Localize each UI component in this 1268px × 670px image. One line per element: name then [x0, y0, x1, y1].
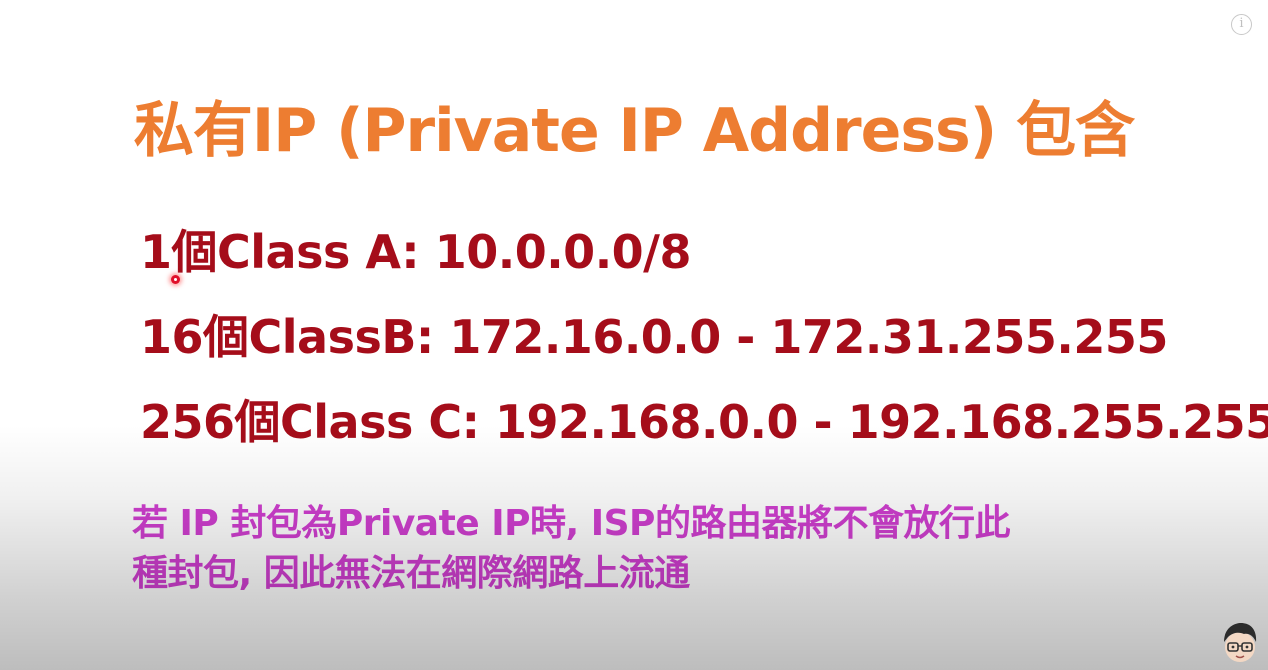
class-b-line: 16個ClassB: 172.16.0.0 - 172.31.255.255 [140, 310, 1168, 364]
class-a-line: 1個Class A: 10.0.0.0/8 [140, 225, 691, 279]
slide-title: 私有IP (Private IP Address) 包含 [133, 96, 1135, 166]
laser-pointer-dot [171, 275, 180, 284]
channel-avatar-icon[interactable] [1220, 620, 1260, 664]
note-line-2: 種封包, 因此無法在網際網路上流通 [132, 553, 690, 594]
info-icon[interactable]: i [1231, 14, 1252, 35]
class-c-line: 256個Class C: 192.168.0.0 - 192.168.255.2… [140, 395, 1268, 449]
note-line-1: 若 IP 封包為Private IP時, ISP的路由器將不會放行此 [132, 503, 1010, 544]
presentation-slide: 私有IP (Private IP Address) 包含 1個Class A: … [0, 0, 1268, 670]
